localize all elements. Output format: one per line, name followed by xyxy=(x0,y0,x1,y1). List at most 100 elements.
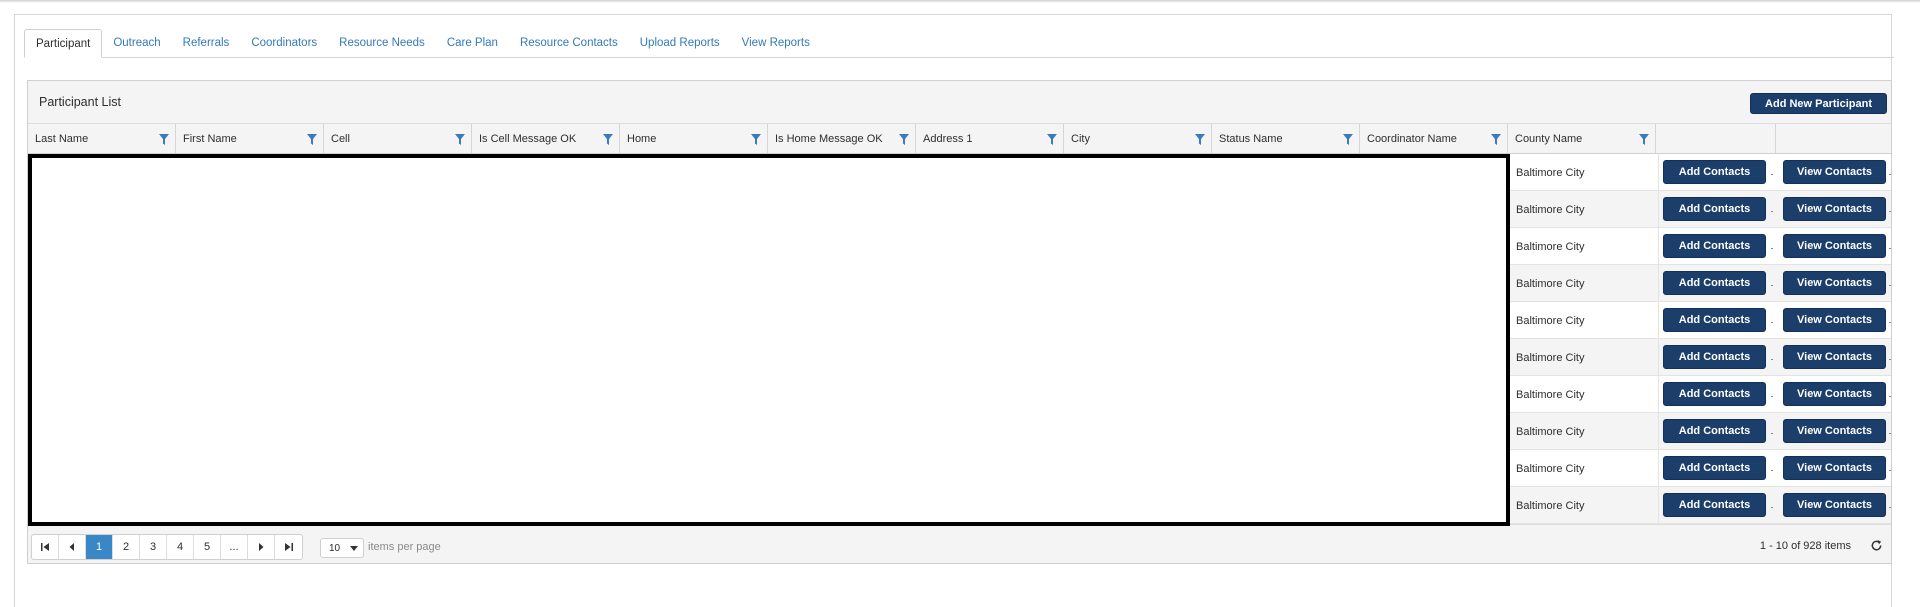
filter-icon[interactable] xyxy=(455,134,465,145)
add-contacts-button[interactable]: Add Contacts xyxy=(1663,308,1766,332)
first-page-icon xyxy=(41,543,49,551)
tab-coordinators[interactable]: Coordinators xyxy=(240,29,328,57)
page-button-4[interactable]: 4 xyxy=(167,535,194,559)
grid-header: Last Name First Name Cell Is Cell Messag… xyxy=(28,124,1891,154)
filter-icon[interactable] xyxy=(1343,134,1353,145)
add-contacts-button[interactable]: Add Contacts xyxy=(1663,493,1766,517)
view-contacts-button[interactable]: View Contacts xyxy=(1783,493,1886,517)
column-header-county-name[interactable]: County Name xyxy=(1508,124,1656,154)
county-cell: Baltimore City xyxy=(1511,487,1659,524)
page-button-3[interactable]: 3 xyxy=(140,535,167,559)
view-contacts-button[interactable]: View Contacts xyxy=(1783,345,1886,369)
page-size-select[interactable]: 10 xyxy=(320,538,364,558)
cell-separator xyxy=(1771,174,1773,175)
tab-view-reports[interactable]: View Reports xyxy=(731,29,821,57)
tab-upload-reports[interactable]: Upload Reports xyxy=(629,29,731,57)
add-new-participant-button[interactable]: Add New Participant xyxy=(1750,93,1887,114)
cell-separator xyxy=(1889,359,1891,360)
cell-separator xyxy=(1771,211,1773,212)
filter-icon[interactable] xyxy=(1195,134,1205,145)
tab-care-plan[interactable]: Care Plan xyxy=(436,29,509,57)
grid-pager: 1 2 3 4 5 ... 10 items per page 1 - 10 o… xyxy=(28,524,1891,563)
view-contacts-button[interactable]: View Contacts xyxy=(1783,197,1886,221)
county-cell: Baltimore City xyxy=(1511,302,1659,339)
county-cell: Baltimore City xyxy=(1511,191,1659,228)
cell-separator xyxy=(1889,433,1891,434)
chevron-down-icon xyxy=(350,546,358,551)
cell-separator xyxy=(1889,396,1891,397)
tab-referrals[interactable]: Referrals xyxy=(172,29,241,57)
cell-separator xyxy=(1771,470,1773,471)
column-header-last-name[interactable]: Last Name xyxy=(28,124,176,154)
filter-icon[interactable] xyxy=(899,134,909,145)
column-header-coordinator-name[interactable]: Coordinator Name xyxy=(1360,124,1508,154)
cell-separator xyxy=(1889,470,1891,471)
view-contacts-button[interactable]: View Contacts xyxy=(1783,419,1886,443)
next-page-button[interactable] xyxy=(248,535,275,559)
view-contacts-button[interactable]: View Contacts xyxy=(1783,382,1886,406)
county-cell: Baltimore City xyxy=(1511,265,1659,302)
page-button-more[interactable]: ... xyxy=(221,535,248,559)
last-page-button[interactable] xyxy=(275,535,302,559)
view-contacts-button[interactable]: View Contacts xyxy=(1783,308,1886,332)
tab-participant[interactable]: Participant xyxy=(24,29,103,58)
column-header-label: Is Cell Message OK xyxy=(479,133,577,145)
view-contacts-button[interactable]: View Contacts xyxy=(1783,456,1886,480)
view-contacts-button[interactable]: View Contacts xyxy=(1783,160,1886,184)
column-header-city[interactable]: City xyxy=(1064,124,1212,154)
add-contacts-button[interactable]: Add Contacts xyxy=(1663,271,1766,295)
add-contacts-button[interactable]: Add Contacts xyxy=(1663,419,1766,443)
previous-page-button[interactable] xyxy=(59,535,86,559)
filter-icon[interactable] xyxy=(751,134,761,145)
column-header-label: Home xyxy=(627,133,657,145)
column-header-is-home-message-ok[interactable]: Is Home Message OK xyxy=(768,124,916,154)
grid-title: Participant List xyxy=(39,95,121,109)
column-header-label: Cell xyxy=(331,133,350,145)
cell-separator xyxy=(1771,359,1773,360)
page-button-1[interactable]: 1 xyxy=(86,535,113,559)
column-header-status-name[interactable]: Status Name xyxy=(1212,124,1360,154)
column-header-view-contacts xyxy=(1776,124,1891,154)
cell-separator xyxy=(1889,285,1891,286)
grid-toolbar: Participant List Add New Participant xyxy=(28,81,1891,124)
cell-separator xyxy=(1771,507,1773,508)
county-cell: Baltimore City xyxy=(1511,339,1659,376)
filter-icon[interactable] xyxy=(603,134,613,145)
add-contacts-button[interactable]: Add Contacts xyxy=(1663,382,1766,406)
tab-outreach[interactable]: Outreach xyxy=(102,29,171,57)
column-header-label: Is Home Message OK xyxy=(775,133,883,145)
refresh-icon[interactable] xyxy=(1870,539,1883,552)
add-contacts-button[interactable]: Add Contacts xyxy=(1663,456,1766,480)
filter-icon[interactable] xyxy=(1639,134,1649,145)
cell-separator xyxy=(1889,248,1891,249)
column-header-cell[interactable]: Cell xyxy=(324,124,472,154)
tab-resource-needs[interactable]: Resource Needs xyxy=(328,29,436,57)
next-page-icon xyxy=(259,543,264,551)
column-header-first-name[interactable]: First Name xyxy=(176,124,324,154)
view-contacts-button[interactable]: View Contacts xyxy=(1783,234,1886,258)
county-cell: Baltimore City xyxy=(1511,413,1659,450)
column-header-add-contacts xyxy=(1656,124,1776,154)
filter-icon[interactable] xyxy=(159,134,169,145)
column-header-label: Coordinator Name xyxy=(1367,133,1457,145)
add-contacts-button[interactable]: Add Contacts xyxy=(1663,345,1766,369)
filter-icon[interactable] xyxy=(307,134,317,145)
county-cell: Baltimore City xyxy=(1511,228,1659,265)
filter-icon[interactable] xyxy=(1491,134,1501,145)
page-button-5[interactable]: 5 xyxy=(194,535,221,559)
first-page-button[interactable] xyxy=(32,535,59,559)
column-header-home[interactable]: Home xyxy=(620,124,768,154)
cell-separator xyxy=(1889,507,1891,508)
tab-resource-contacts[interactable]: Resource Contacts xyxy=(509,29,629,57)
tab-strip: Participant Outreach Referrals Coordinat… xyxy=(24,29,1894,58)
add-contacts-button[interactable]: Add Contacts xyxy=(1663,160,1766,184)
view-contacts-button[interactable]: View Contacts xyxy=(1783,271,1886,295)
add-contacts-button[interactable]: Add Contacts xyxy=(1663,197,1766,221)
items-per-page-label: items per page xyxy=(368,541,441,553)
column-header-address-1[interactable]: Address 1 xyxy=(916,124,1064,154)
column-header-is-cell-message-ok[interactable]: Is Cell Message OK xyxy=(472,124,620,154)
column-header-label: First Name xyxy=(183,133,237,145)
add-contacts-button[interactable]: Add Contacts xyxy=(1663,234,1766,258)
page-button-2[interactable]: 2 xyxy=(113,535,140,559)
filter-icon[interactable] xyxy=(1047,134,1057,145)
